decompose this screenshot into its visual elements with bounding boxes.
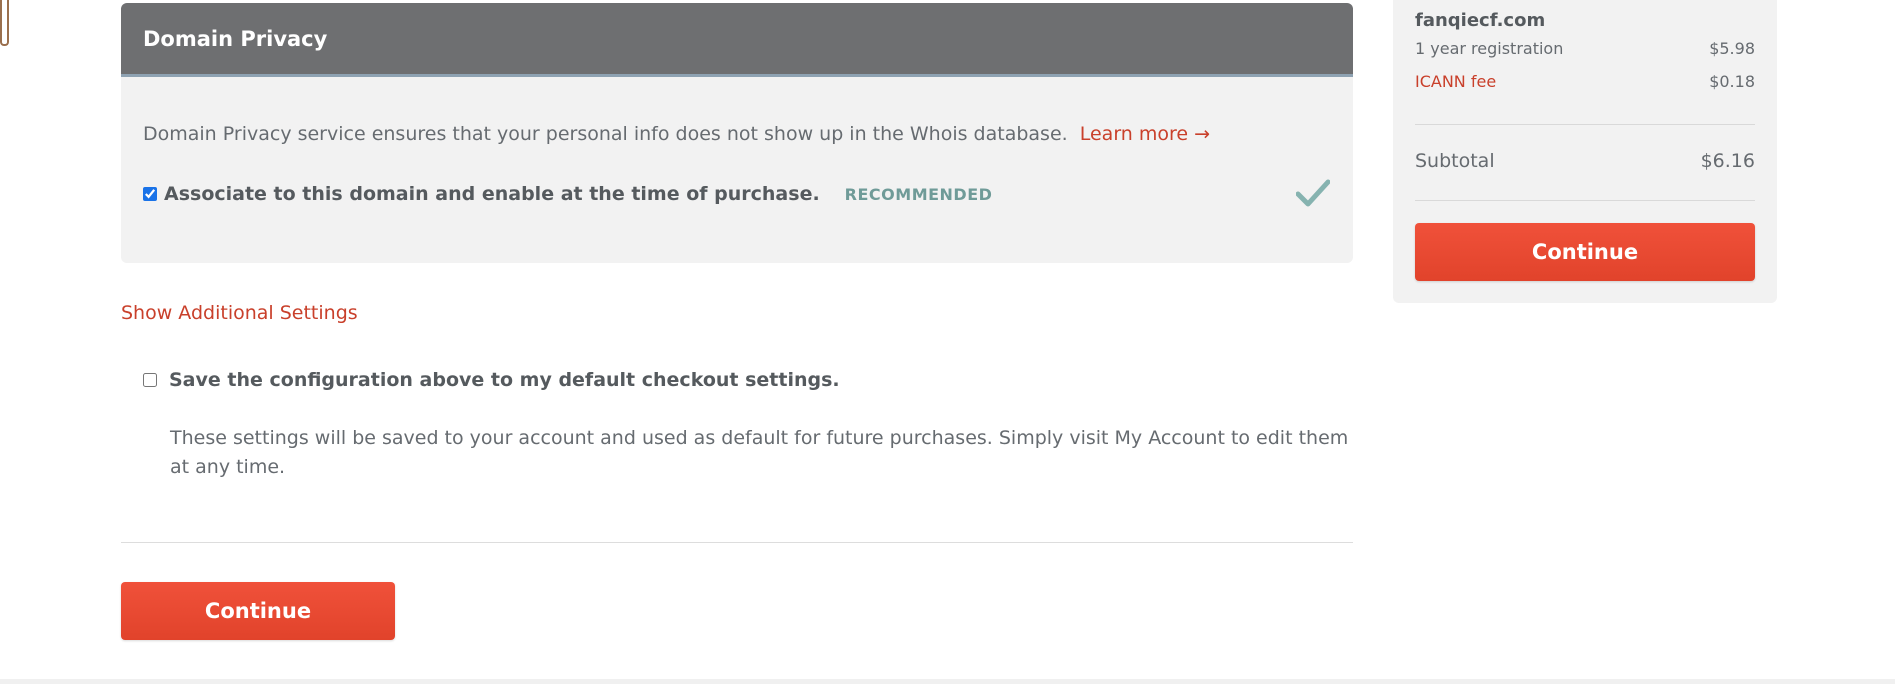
recommended-badge: RECOMMENDED [844,184,993,204]
summary-continue-button[interactable]: Continue [1415,223,1755,281]
learn-more-link[interactable]: Learn more → [1080,123,1210,145]
domain-privacy-title: Domain Privacy [143,26,328,51]
subtotal-row: Subtotal $6.16 [1415,150,1755,172]
domain-privacy-description: Domain Privacy service ensures that your… [143,120,1210,148]
save-defaults-label[interactable]: Save the configuration above to my defau… [169,369,840,391]
summary-line-amount: $5.98 [1709,39,1755,58]
section-divider [121,542,1353,543]
edge-tab-handle [0,0,9,46]
associate-domain-row: Associate to this domain and enable at t… [143,183,992,205]
save-defaults-checkbox[interactable] [143,373,157,387]
associate-domain-checkbox[interactable] [143,187,157,201]
summary-domain-name: fanqiecf.com [1415,10,1546,31]
check-icon [1296,179,1330,207]
summary-line-label: 1 year registration [1415,39,1564,58]
domain-privacy-card: Domain Privacy Domain Privacy service en… [121,3,1353,263]
show-additional-settings-link[interactable]: Show Additional Settings [121,302,358,324]
save-defaults-row: Save the configuration above to my defau… [143,369,840,391]
summary-line-item: ICANN fee $0.18 [1415,72,1755,91]
icann-fee-label[interactable]: ICANN fee [1415,72,1496,91]
summary-line-item: 1 year registration $5.98 [1415,39,1755,58]
associate-domain-label[interactable]: Associate to this domain and enable at t… [164,183,820,205]
domain-privacy-description-text: Domain Privacy service ensures that your… [143,123,1068,145]
order-summary-card: fanqiecf.com 1 year registration $5.98 I… [1393,0,1777,303]
page-bottom-rule [0,679,1895,684]
save-defaults-help-text: These settings will be saved to your acc… [170,427,1349,478]
summary-divider [1415,124,1755,125]
subtotal-amount: $6.16 [1700,150,1755,172]
summary-divider [1415,200,1755,201]
subtotal-label: Subtotal [1415,150,1495,172]
domain-privacy-header: Domain Privacy [121,3,1353,77]
continue-button[interactable]: Continue [121,582,395,640]
summary-line-amount: $0.18 [1709,72,1755,91]
